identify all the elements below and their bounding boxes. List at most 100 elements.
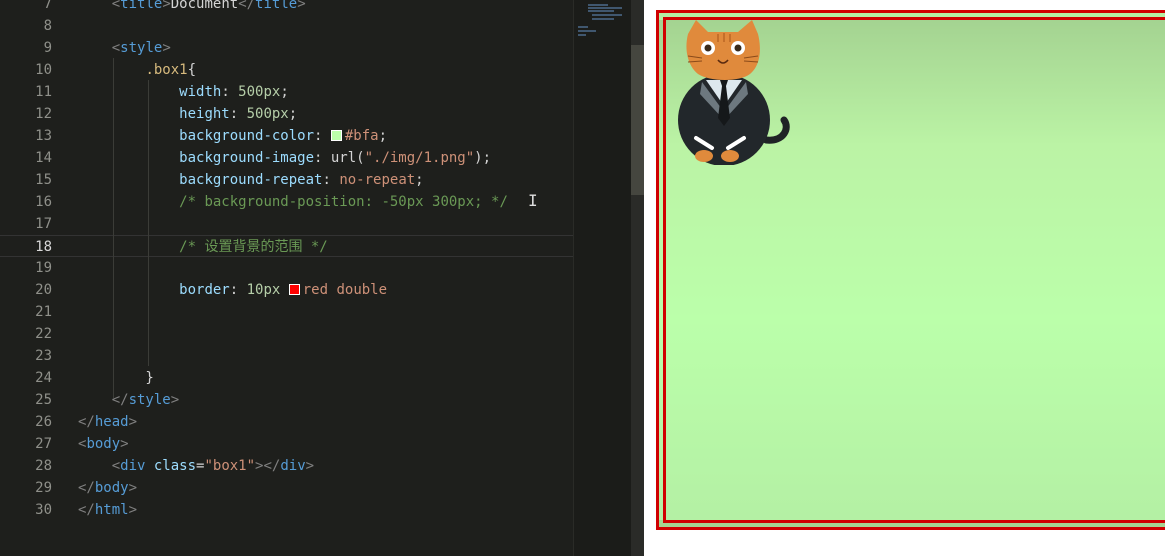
code-token: body xyxy=(94,480,129,496)
minimap[interactable] xyxy=(573,0,632,556)
code-line[interactable]: 29 </body> xyxy=(0,477,573,499)
code-line[interactable]: 22 xyxy=(0,323,573,345)
line-number: 26 xyxy=(35,414,52,430)
line-code[interactable]: </body> xyxy=(78,477,137,499)
line-code[interactable]: } xyxy=(78,367,153,389)
code-token: ); xyxy=(474,150,492,166)
code-token: "box1" xyxy=(204,458,256,474)
code-token: .box1 xyxy=(145,62,188,78)
line-code[interactable]: /* background-position: -50px 300px; */ xyxy=(78,191,508,213)
line-number: 7 xyxy=(43,0,52,12)
line-number: 21 xyxy=(35,304,52,320)
code-line[interactable]: 24 } xyxy=(0,367,573,389)
browser-preview xyxy=(644,0,1165,556)
line-code[interactable]: width: 500px; xyxy=(78,81,289,103)
line-number: 22 xyxy=(35,326,52,342)
line-code[interactable]: background-repeat: no-repeat; xyxy=(78,169,423,191)
code-line[interactable]: 25 </style> xyxy=(0,389,573,411)
line-code[interactable]: <title>Document</title> xyxy=(78,0,306,15)
line-number: 23 xyxy=(35,348,52,364)
line-code[interactable]: <style> xyxy=(78,37,171,59)
code-line[interactable]: 16 /* background-position: -50px 300px; … xyxy=(0,191,573,213)
line-code[interactable]: <div class="box1"></div> xyxy=(78,455,314,477)
code-token: style xyxy=(120,40,163,56)
code-line[interactable]: 9 <style> xyxy=(0,37,573,59)
line-number: 12 xyxy=(35,106,52,122)
code-token: ; xyxy=(288,106,298,122)
line-number: 30 xyxy=(35,502,52,518)
code-line[interactable]: 8 xyxy=(0,15,573,37)
text-cursor-icon: I xyxy=(528,191,538,210)
code-line[interactable]: 28 <div class="box1"></div> xyxy=(0,455,573,477)
code-token: Document xyxy=(170,0,239,12)
code-token: background-repeat xyxy=(179,172,323,188)
line-code[interactable]: border: 10px red double xyxy=(78,279,387,301)
code-line[interactable]: 7 <title>Document</title> xyxy=(0,0,573,15)
code-token: html xyxy=(94,502,129,518)
line-number: 17 xyxy=(35,216,52,232)
code-token: class xyxy=(153,458,197,474)
code-line[interactable]: 30 </html> xyxy=(0,499,573,521)
code-line[interactable]: 10 .box1{ xyxy=(0,59,573,81)
line-code[interactable]: </head> xyxy=(78,411,137,433)
code-line[interactable]: 19 xyxy=(0,257,573,279)
code-token: div xyxy=(120,458,154,474)
code-line[interactable]: 15 background-repeat: no-repeat; xyxy=(0,169,573,191)
indent-guide xyxy=(148,80,149,366)
line-number: 16 xyxy=(35,194,52,210)
code-token: head xyxy=(94,414,129,430)
line-number: 14 xyxy=(35,150,52,166)
line-number: 29 xyxy=(35,480,52,496)
line-number: 27 xyxy=(35,436,52,452)
code-token: /* 设置背景的范围 */ xyxy=(179,239,328,255)
code-token: : xyxy=(229,282,247,298)
code-line[interactable]: 13 background-color: #bfa; xyxy=(0,125,573,147)
line-code[interactable]: background-color: #bfa; xyxy=(78,125,387,147)
line-number: 20 xyxy=(35,282,52,298)
code-token: "./img/1.png" xyxy=(364,150,475,166)
line-code[interactable]: background-image: url("./img/1.png"); xyxy=(78,147,491,169)
code-line[interactable]: 23 xyxy=(0,345,573,367)
code-editor[interactable]: 7 <title>Document</title> 8 9 <style> 10 .b… xyxy=(0,0,573,556)
code-line[interactable]: 11 width: 500px; xyxy=(0,81,573,103)
code-line[interactable]: 26 </head> xyxy=(0,411,573,433)
code-line[interactable]: 17 xyxy=(0,213,573,235)
color-swatch[interactable] xyxy=(330,130,342,141)
scrollbar-thumb[interactable] xyxy=(631,45,644,195)
line-number: 19 xyxy=(35,260,52,276)
code-token: < xyxy=(78,458,121,474)
indent-guide xyxy=(113,58,114,398)
color-swatch[interactable] xyxy=(288,284,300,295)
line-code[interactable]: </html> xyxy=(78,499,137,521)
editor-scrollbar[interactable] xyxy=(631,0,644,556)
code-line[interactable]: 12 height: 500px; xyxy=(0,103,573,125)
code-token: </ xyxy=(78,392,129,408)
code-token: 500px xyxy=(246,106,289,122)
code-token: #bfa xyxy=(344,128,379,144)
line-number: 28 xyxy=(35,458,52,474)
line-code[interactable]: <body> xyxy=(78,433,129,455)
line-code[interactable]: height: 500px; xyxy=(78,103,297,125)
code-line[interactable]: 18 /* 设置背景的范围 */ xyxy=(0,235,573,257)
code-line[interactable]: 27 <body> xyxy=(0,433,573,455)
line-code[interactable]: </style> xyxy=(78,389,179,411)
code-token: > xyxy=(162,0,171,12)
line-number: 24 xyxy=(35,370,52,386)
code-line[interactable]: 20 border: 10px red double xyxy=(0,279,573,301)
code-token: ></ xyxy=(255,458,281,474)
code-token: > xyxy=(120,436,129,452)
line-number: 13 xyxy=(35,128,52,144)
code-line[interactable]: 14 background-image: url("./img/1.png"); xyxy=(0,147,573,169)
line-code[interactable]: /* 设置背景的范围 */ xyxy=(78,236,328,258)
code-token: < xyxy=(78,40,121,56)
code-line[interactable]: 21 xyxy=(0,301,573,323)
line-code[interactable]: .box1{ xyxy=(78,59,196,81)
code-token: < xyxy=(78,0,121,12)
code-token: width xyxy=(179,84,222,100)
